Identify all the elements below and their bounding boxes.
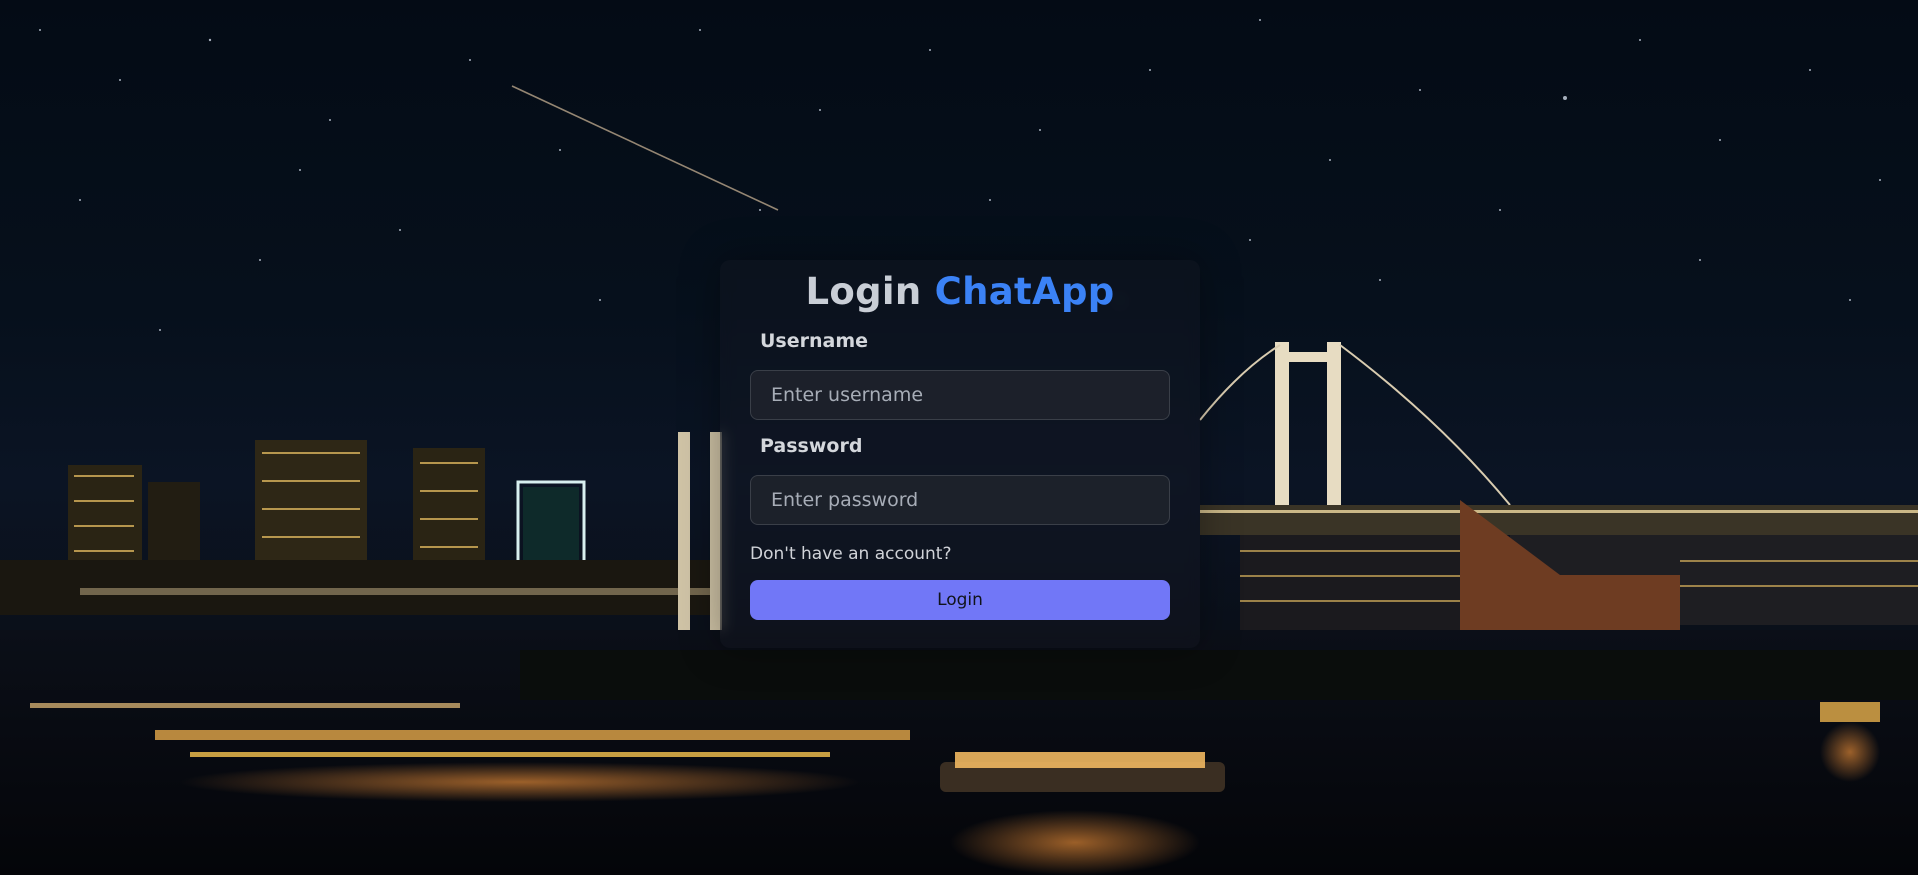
username-input[interactable] <box>750 370 1170 420</box>
shooting-star <box>511 85 779 211</box>
right-bridge <box>1199 342 1918 640</box>
title-prefix: Login <box>805 270 922 313</box>
login-card: Login ChatApp Username Password Don't ha… <box>720 260 1200 648</box>
password-label: Password <box>760 435 863 457</box>
brand-name: ChatApp <box>934 270 1115 313</box>
password-input[interactable] <box>750 475 1170 525</box>
login-button[interactable]: Login <box>750 580 1170 620</box>
left-skyline <box>0 440 720 615</box>
page-title: Login ChatApp <box>720 270 1200 313</box>
signup-link[interactable]: Don't have an account? <box>750 544 951 564</box>
shore-trees <box>520 650 1918 700</box>
username-label: Username <box>760 330 869 352</box>
